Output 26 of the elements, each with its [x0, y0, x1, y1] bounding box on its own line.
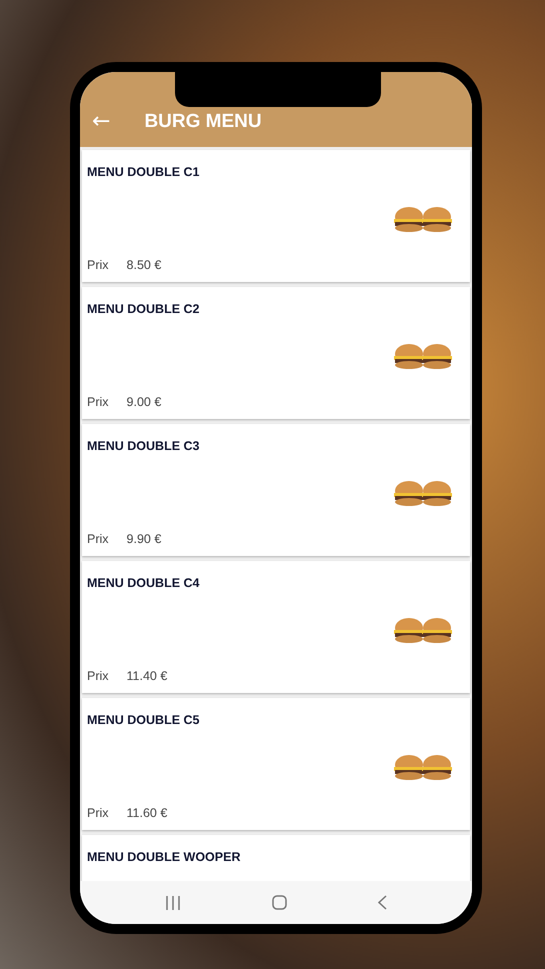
- menu-card[interactable]: MENU DOUBLE C1 Prix 8.50 €: [82, 150, 470, 282]
- price-value: 9.00 €: [126, 395, 162, 409]
- menu-card[interactable]: MENU DOUBLE C3 Prix 9.90 €: [82, 424, 470, 556]
- price-value: 11.60 €: [126, 806, 168, 820]
- price-value: 11.40 €: [126, 669, 168, 683]
- menu-name: MENU DOUBLE C3: [87, 439, 201, 453]
- price-value: 9.90 €: [126, 532, 162, 546]
- menu-name: MENU DOUBLE WOOPER: [87, 850, 242, 864]
- menu-name: MENU DOUBLE C1: [87, 165, 201, 179]
- back-nav-icon[interactable]: [378, 895, 387, 910]
- price-label: Prix: [87, 395, 109, 409]
- menu-name: MENU DOUBLE C2: [87, 302, 201, 316]
- menu-name: MENU DOUBLE C4: [87, 576, 201, 590]
- menu-card[interactable]: MENU DOUBLE C5 Prix 11.60 €: [82, 698, 470, 830]
- price-value: 8.50 €: [126, 258, 162, 272]
- menu-card[interactable]: MENU DOUBLE C2 Prix 9.00 €: [82, 287, 470, 419]
- price-label: Prix: [87, 806, 109, 820]
- screen-title: BURG MENU: [144, 111, 262, 133]
- price-label: Prix: [87, 258, 109, 272]
- recent-apps-icon[interactable]: [165, 896, 182, 910]
- menu-card[interactable]: MENU DOUBLE WOOPER: [82, 835, 470, 881]
- home-icon[interactable]: [272, 895, 287, 910]
- menu-name: MENU DOUBLE C5: [87, 713, 201, 727]
- menu-card[interactable]: MENU DOUBLE C4 Prix 11.40 €: [82, 561, 470, 693]
- price-label: Prix: [87, 532, 109, 546]
- price-label: Prix: [87, 669, 109, 683]
